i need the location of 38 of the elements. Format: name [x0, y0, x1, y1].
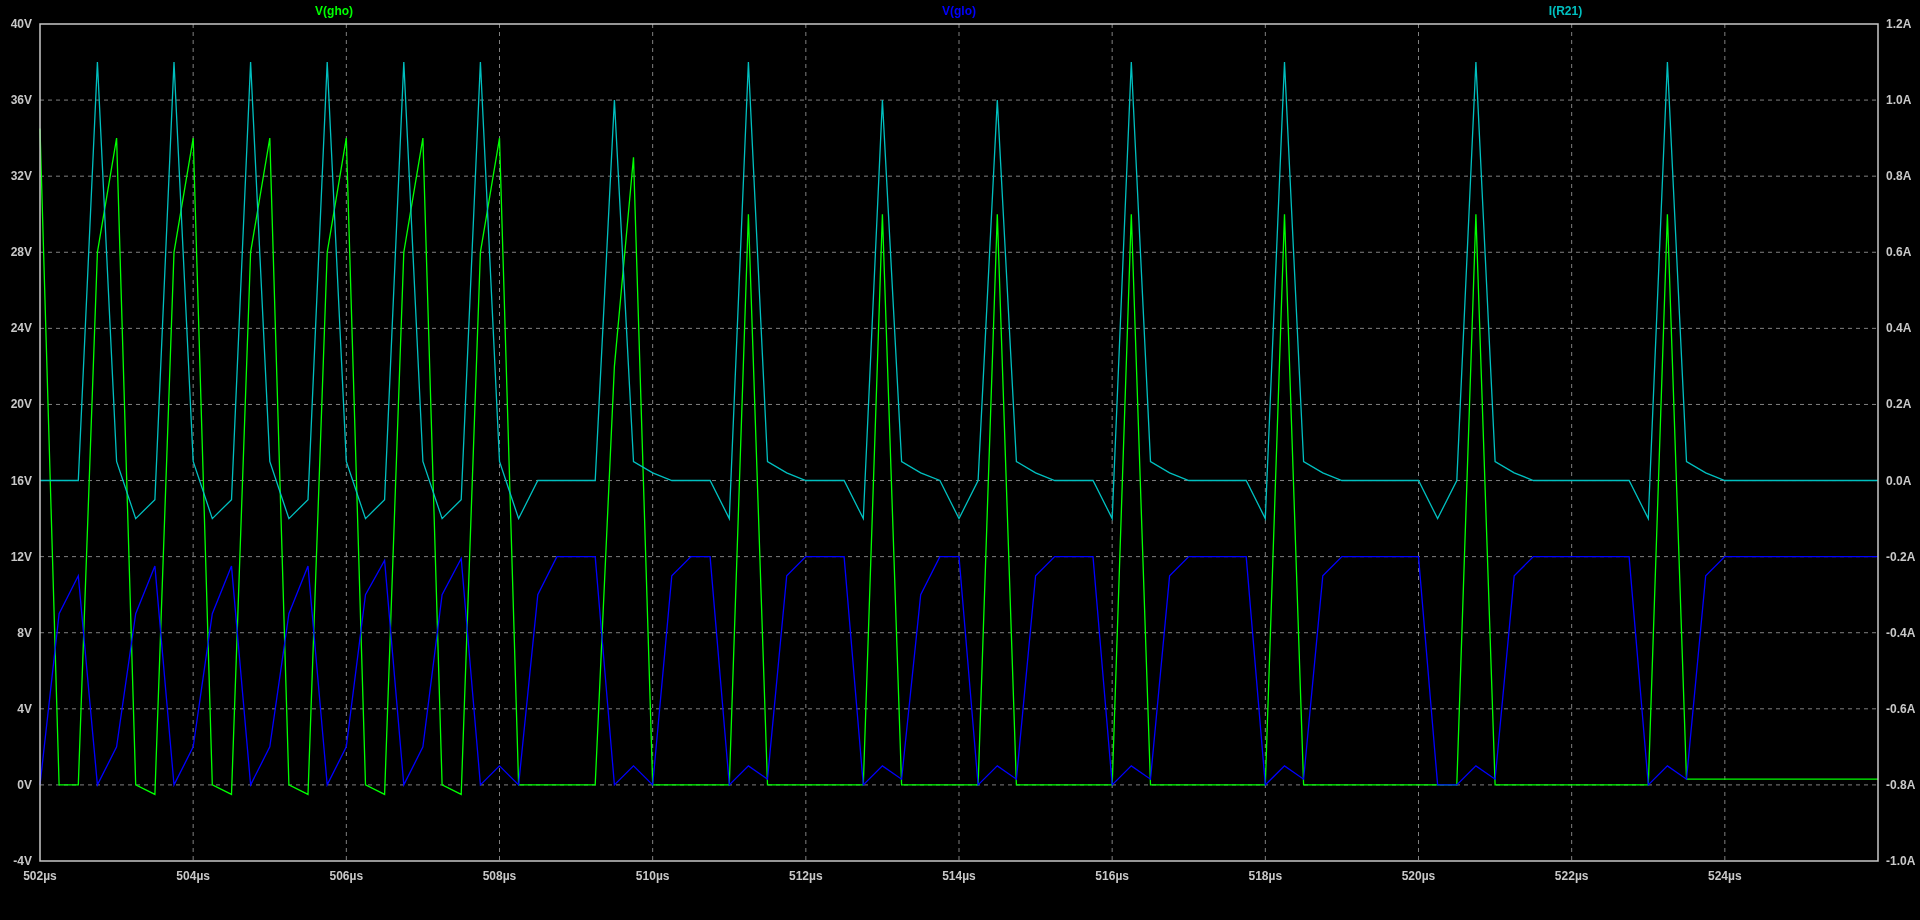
- axis-tick-label: 4V: [17, 701, 32, 716]
- axis-tick-label: 12V: [10, 549, 32, 564]
- axis-tick-label: 506µs: [329, 869, 364, 883]
- axis-tick-label: -4V: [13, 854, 32, 868]
- axis-tick-label: 1.2A: [1886, 17, 1912, 31]
- axis-tick-label: 0.4A: [1886, 321, 1912, 336]
- axis-tick-label: 516µs: [1095, 869, 1129, 883]
- axis-tick-label: 508µs: [482, 869, 517, 883]
- axis-tick-label: 36V: [10, 93, 32, 108]
- axis-tick-label: 24V: [10, 321, 32, 336]
- axis-tick-label: 40V: [10, 17, 32, 31]
- trace-name[interactable]: V(gho): [315, 4, 354, 18]
- axis-tick-label: 0.2A: [1886, 397, 1912, 412]
- axis-tick-label: -0.8A: [1886, 777, 1916, 792]
- axis-tick-label: -0.4A: [1886, 625, 1916, 640]
- axis-tick-label: 28V: [10, 245, 32, 260]
- axis-tick-label: 524µs: [1708, 869, 1742, 883]
- axis-tick-label: 0.8A: [1886, 169, 1912, 184]
- axis-tick-label: 8V: [17, 625, 32, 640]
- axis-tick-label: 512µs: [789, 869, 823, 883]
- axis-tick-label: 16V: [10, 473, 32, 488]
- axis-tick-label: 522µs: [1554, 869, 1589, 883]
- axis-tick-label: 0.6A: [1886, 245, 1912, 260]
- axis-tick-label: 510µs: [635, 869, 670, 883]
- axis-tick-label: 1.0A: [1886, 93, 1912, 108]
- axis-tick-label: -0.6A: [1886, 701, 1916, 716]
- axis-tick-label: 514µs: [942, 869, 976, 883]
- axis-tick-label: 0V: [17, 777, 32, 792]
- axis-tick-label: -1.0A: [1886, 854, 1916, 868]
- axis-tick-label: 518µs: [1248, 869, 1283, 883]
- axis-tick-label: 520µs: [1401, 869, 1436, 883]
- axis-tick-label: 20V: [10, 397, 32, 412]
- axis-tick-label: 504µs: [176, 869, 210, 883]
- axis-tick-label: 502µs: [23, 869, 57, 883]
- axis-tick-label: 32V: [10, 169, 32, 184]
- axis-tick-label: 0.0A: [1886, 473, 1912, 488]
- trace-name[interactable]: I(R21): [1548, 4, 1583, 18]
- axis-tick-label: -0.2A: [1886, 549, 1916, 564]
